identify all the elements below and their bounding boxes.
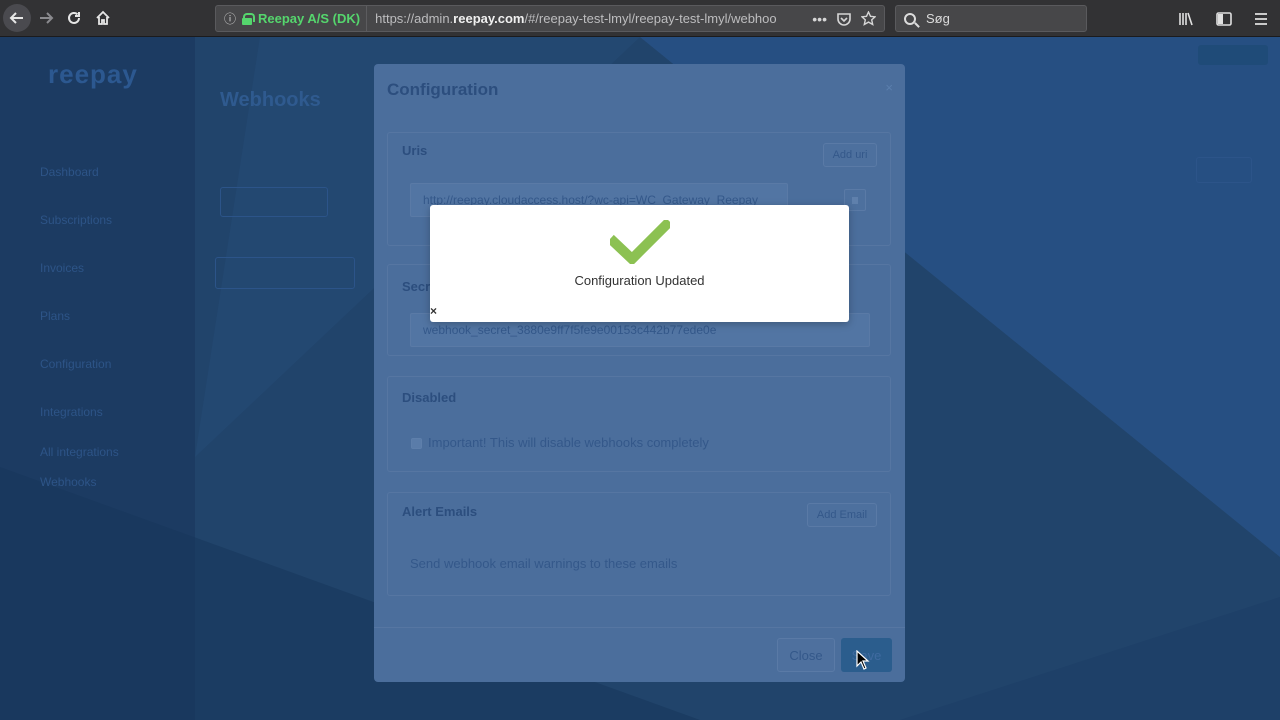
forward-button[interactable] bbox=[32, 4, 60, 32]
modal-close-icon[interactable]: × bbox=[885, 80, 893, 95]
background-row-box bbox=[215, 257, 355, 289]
alert-emails-hint: Send webhook email warnings to these ema… bbox=[410, 556, 678, 571]
uris-title: Uris bbox=[402, 143, 428, 158]
search-bar[interactable]: Søg bbox=[895, 5, 1087, 32]
star-icon[interactable] bbox=[861, 11, 876, 26]
sidebar-item-plans[interactable]: Plans bbox=[40, 309, 70, 323]
alert-emails-panel: Alert Emails Add Email Send webhook emai… bbox=[387, 492, 891, 596]
pocket-icon[interactable] bbox=[837, 12, 851, 26]
background-top-button bbox=[1198, 45, 1268, 65]
alert-message: Configuration Updated bbox=[574, 273, 705, 288]
configuration-modal: Configuration × Uris Add uri http://reep… bbox=[374, 64, 905, 682]
alert-emails-title: Alert Emails bbox=[402, 504, 478, 519]
background-button bbox=[1196, 157, 1252, 183]
sidebar-item-invoices[interactable]: Invoices bbox=[40, 261, 84, 275]
back-button[interactable] bbox=[3, 4, 31, 32]
add-uri-button[interactable]: Add uri bbox=[823, 143, 877, 167]
sidebar-item-subscriptions[interactable]: Subscriptions bbox=[40, 213, 112, 227]
modal-title: Configuration bbox=[387, 80, 499, 99]
checkmark-icon bbox=[610, 220, 670, 264]
search-placeholder: Søg bbox=[926, 11, 950, 26]
disabled-panel: Disabled Important! This will disable we… bbox=[387, 376, 891, 472]
sidebar-item-dashboard[interactable]: Dashboard bbox=[40, 165, 99, 179]
address-bar[interactable]: ⓘ Reepay A/S (DK) https://admin.reepay.c… bbox=[215, 5, 885, 32]
url-text[interactable]: https://admin.reepay.com/#/reepay-test-l… bbox=[367, 11, 777, 26]
disable-webhooks-label[interactable]: Important! This will disable webhooks co… bbox=[428, 435, 709, 450]
site-identity[interactable]: ⓘ Reepay A/S (DK) bbox=[216, 6, 368, 31]
reload-icon bbox=[68, 11, 80, 24]
arrow-left-icon bbox=[9, 12, 23, 24]
success-alert: Configuration Updated × bbox=[430, 205, 849, 322]
sidebar-item-integrations[interactable]: Integrations bbox=[40, 405, 103, 419]
more-actions-icon[interactable]: ••• bbox=[812, 11, 827, 27]
browser-toolbar: ⓘ Reepay A/S (DK) https://admin.reepay.c… bbox=[0, 0, 1280, 37]
home-button[interactable] bbox=[89, 4, 117, 32]
modal-footer-divider bbox=[374, 627, 905, 628]
disabled-title: Disabled bbox=[402, 390, 457, 405]
home-icon bbox=[96, 10, 110, 25]
identity-org: Reepay A/S (DK) bbox=[258, 11, 361, 26]
sidebar-item-all-integrations[interactable]: All integrations bbox=[40, 445, 119, 459]
alert-close-button[interactable]: × bbox=[430, 304, 437, 318]
sidebar-item-webhooks[interactable]: Webhooks bbox=[40, 475, 96, 489]
page-content: reepay Dashboard Subscriptions Invoices … bbox=[0, 37, 1280, 720]
mouse-cursor-icon bbox=[856, 650, 870, 670]
app-logo[interactable]: reepay bbox=[48, 59, 138, 90]
sidebar-item-configuration[interactable]: Configuration bbox=[40, 357, 111, 371]
library-icon[interactable] bbox=[1178, 12, 1194, 26]
search-icon bbox=[904, 12, 916, 25]
info-icon[interactable]: ⓘ bbox=[224, 10, 236, 27]
arrow-right-icon bbox=[40, 12, 54, 24]
page-title: Webhooks bbox=[220, 89, 321, 111]
add-email-button[interactable]: Add Email bbox=[807, 503, 877, 527]
background-filter-box bbox=[220, 187, 328, 217]
lock-icon bbox=[242, 12, 256, 25]
close-button[interactable]: Close bbox=[777, 638, 835, 672]
sidebar-toggle-icon[interactable] bbox=[1216, 11, 1232, 26]
disable-webhooks-checkbox[interactable] bbox=[411, 438, 422, 449]
reload-button[interactable] bbox=[60, 4, 88, 32]
menu-icon[interactable] bbox=[1254, 12, 1268, 25]
